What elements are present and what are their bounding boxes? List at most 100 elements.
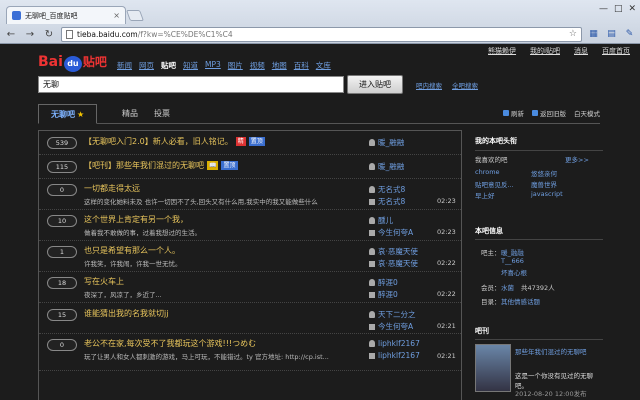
thread-author[interactable]: liphklf2167 bbox=[369, 339, 420, 348]
logo-tieba: 贴吧 bbox=[82, 55, 107, 69]
extension-icon[interactable]: ▦ bbox=[587, 28, 600, 41]
last-replier[interactable]: 哀·恶魔天使 bbox=[369, 258, 418, 269]
reload-icon[interactable]: ↻ bbox=[42, 27, 56, 41]
userbar-baidu-home[interactable]: 百度首页 bbox=[602, 46, 630, 56]
last-replier[interactable]: 今生何夸A bbox=[369, 321, 413, 332]
author-name: 暖_融融 bbox=[378, 138, 405, 147]
back-arrow-icon[interactable]: ← bbox=[4, 27, 18, 41]
thread-row[interactable]: 539 【无聊吧入门2.0】新人必看，旧人铭记。精置顶 暖_融融 bbox=[39, 131, 461, 155]
thread-title-link[interactable]: 也只是希望有那么一个人。 bbox=[84, 245, 180, 256]
fav-forum-link[interactable]: 悠悠亲何 bbox=[531, 168, 557, 178]
thread-title-text: 这个世界上肯定有另一个我， bbox=[84, 215, 188, 224]
nav-web[interactable]: 网页 bbox=[139, 60, 154, 71]
owner-label: 吧主： bbox=[481, 249, 501, 257]
nav-map[interactable]: 地图 bbox=[272, 60, 287, 71]
maximize-icon[interactable]: □ bbox=[614, 4, 623, 14]
browser-toolbar: ← → ↻ tieba.baidu.com/f?kw=%CE%DE%C1%C4 … bbox=[0, 24, 640, 44]
thread-author[interactable]: 暖_融融 bbox=[369, 137, 404, 148]
address-bar[interactable]: tieba.baidu.com/f?kw=%CE%DE%C1%C4 ☆ bbox=[61, 26, 582, 42]
thread-row[interactable]: 15 谁能猜出我的名我就切jj 天下二分之 今生何夸A 02:21 bbox=[39, 303, 461, 334]
magazine-cover-image[interactable] bbox=[475, 344, 511, 392]
forward-arrow-icon[interactable]: → bbox=[23, 27, 37, 41]
nav-mp3[interactable]: MP3 bbox=[205, 60, 221, 71]
thread-row[interactable]: 1 也只是希望有那么一个人。 许我笑，许我闹，许我一世无忧。 哀·恶魔天使 哀·恶魔天使… bbox=[39, 241, 461, 272]
thread-title-text: 【无聊吧入门2.0】新人必看，旧人铭记。 bbox=[84, 137, 233, 146]
person-icon bbox=[369, 340, 375, 347]
userbar-username[interactable]: 熊猫赖伊 bbox=[488, 46, 516, 56]
search-input[interactable]: 无聊 bbox=[38, 76, 344, 93]
day-mode-button[interactable]: 白天模式 bbox=[574, 108, 600, 118]
fav-forum-link[interactable]: javascript bbox=[531, 190, 563, 198]
close-window-icon[interactable]: ✕ bbox=[628, 4, 636, 14]
last-replier[interactable]: 今生何夸A bbox=[369, 227, 413, 238]
fav-forum-link[interactable]: chrome bbox=[475, 168, 500, 176]
wrench-icon[interactable]: ✎ bbox=[623, 28, 636, 41]
tab-forum-home[interactable]: 无聊吧 ★ bbox=[38, 104, 98, 124]
baidu-tieba-logo[interactable]: Bai du 贴吧 bbox=[38, 53, 107, 72]
nav-wenku[interactable]: 文库 bbox=[316, 60, 331, 71]
fav-forum-link[interactable]: 早上好 bbox=[475, 190, 495, 200]
tab-vote[interactable]: 投票 bbox=[142, 104, 182, 124]
thread-author[interactable]: 醺儿 bbox=[369, 215, 393, 226]
thread-title-link[interactable]: 【吧刊】那些年我们混过的无聊吧 📖 置顶 bbox=[84, 160, 238, 171]
thread-title-link[interactable]: 老公不在家,每次受不了我都玩这个游戏!!!つめむ bbox=[84, 338, 256, 349]
thread-title-link[interactable]: 写在火车上 bbox=[84, 276, 124, 287]
thread-row[interactable]: 10 这个世界上肯定有另一个我， 做着我不敢做的事，过着我想过的生活。 醺儿 今生何夸A… bbox=[39, 210, 461, 241]
refresh-icon bbox=[503, 110, 509, 116]
new-tab-button[interactable] bbox=[125, 10, 145, 21]
thread-title-link[interactable]: 【无聊吧入门2.0】新人必看，旧人铭记。精置顶 bbox=[84, 136, 265, 147]
nav-video[interactable]: 视频 bbox=[250, 60, 265, 71]
fav-forum-link[interactable]: 魔兽世界 bbox=[531, 179, 557, 189]
enter-tieba-button[interactable]: 进入贴吧 bbox=[347, 75, 403, 94]
member-name-link[interactable]: 水菌 bbox=[501, 282, 514, 292]
browser-tab[interactable]: 无聊吧_百度贴吧 × bbox=[6, 6, 126, 24]
thread-author[interactable]: 无名式8 bbox=[369, 184, 405, 195]
magazine-title-link[interactable]: 那些年我们混过的无聊吧 bbox=[515, 346, 603, 356]
thread-row[interactable]: 18 写在火车上 夜深了，风凉了，乡近了... 醉涯0 醉涯0 02:22 bbox=[39, 272, 461, 303]
fav-more-link[interactable]: 更多>> bbox=[565, 154, 589, 164]
last-replier[interactable]: 醉涯0 bbox=[369, 289, 398, 300]
search-in-forum-link[interactable]: 吧内搜索 bbox=[416, 80, 442, 90]
sidebar: 我的本吧头衔 我喜欢的吧 更多>> chrome 悠悠亲何 贴吧意见反... 魔… bbox=[475, 130, 605, 400]
thread-title-link[interactable]: 谁能猜出我的名我就切jj bbox=[84, 308, 168, 319]
thread-title-link[interactable]: 一切都走得太远 bbox=[84, 183, 140, 194]
owner-link[interactable]: 暖_融融 bbox=[501, 247, 524, 257]
tieba-page: 熊猫赖伊 我的i贴吧 消息 百度首页 Bai du 贴吧 新闻 网页 贴吧 知道 M… bbox=[0, 45, 640, 400]
search-all-link[interactable]: 全吧搜索 bbox=[452, 80, 478, 90]
nav-images[interactable]: 图片 bbox=[228, 60, 243, 71]
thread-row[interactable]: 115 【吧刊】那些年我们混过的无聊吧 📖 置顶 暖_融融 bbox=[39, 155, 461, 179]
tab-close-icon[interactable]: × bbox=[113, 11, 120, 20]
nav-news[interactable]: 新闻 bbox=[117, 60, 132, 71]
thread-author[interactable]: 暖_融融 bbox=[369, 161, 404, 172]
thread-author[interactable]: 哀·恶魔天使 bbox=[369, 246, 418, 257]
thread-author[interactable]: 醉涯0 bbox=[369, 277, 398, 288]
nav-baike[interactable]: 百科 bbox=[294, 60, 309, 71]
url-host: tieba.baidu.com bbox=[77, 29, 138, 39]
userbar-messages[interactable]: 消息 bbox=[574, 46, 588, 56]
owner-link[interactable]: 坏喜心根 bbox=[501, 267, 527, 277]
thread-title-link[interactable]: 这个世界上肯定有另一个我， bbox=[84, 214, 188, 225]
page-menu-icon[interactable]: ▤ bbox=[605, 28, 618, 41]
reply-time: 02:21 bbox=[437, 322, 456, 330]
nav-zhidao[interactable]: 知道 bbox=[183, 60, 198, 71]
person-icon bbox=[369, 248, 375, 255]
minimize-icon[interactable]: — bbox=[599, 4, 608, 14]
reply-icon bbox=[369, 229, 375, 236]
old-version-button[interactable]: 返回旧版 bbox=[532, 108, 566, 118]
fav-forum-link[interactable]: 贴吧意见反... bbox=[475, 179, 514, 189]
directory-link[interactable]: 其他情感话题 bbox=[501, 296, 540, 306]
thread-author[interactable]: 天下二分之 bbox=[369, 309, 416, 320]
thread-row[interactable]: 0 老公不在家,每次受不了我都玩这个游戏!!!つめむ 玩了让男人和女人都刺激的游戏，… bbox=[39, 334, 461, 371]
refresh-label: 刷新 bbox=[511, 110, 524, 118]
reply-count-badge: 1 bbox=[47, 246, 77, 258]
refresh-button[interactable]: 刷新 bbox=[503, 108, 524, 118]
bookmark-star-icon[interactable]: ☆ bbox=[569, 29, 577, 39]
old-version-icon bbox=[532, 110, 538, 116]
thread-title-text: 写在火车上 bbox=[84, 277, 124, 286]
author-name: 无名式8 bbox=[378, 185, 406, 194]
thread-row[interactable]: 0 一切都走得太远 这样的变化她料未及 也许一切因不了头,回头又有什么用,我实中的我… bbox=[39, 179, 461, 210]
last-replier[interactable]: 无名式8 bbox=[369, 196, 405, 207]
last-replier[interactable]: liphklf2167 bbox=[369, 351, 420, 360]
userbar-my-tieba[interactable]: 我的i贴吧 bbox=[530, 46, 560, 56]
owner-link[interactable]: T__666 bbox=[501, 257, 524, 265]
